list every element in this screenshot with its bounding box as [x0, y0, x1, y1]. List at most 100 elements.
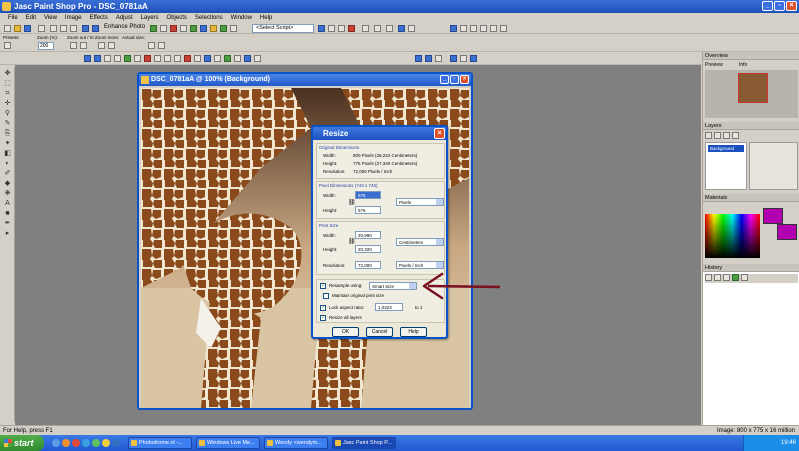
new-file-icon[interactable]	[4, 25, 11, 32]
picture-tube-icon[interactable]: ❋	[3, 190, 12, 198]
quick-launch-icon[interactable]	[102, 439, 110, 447]
palette-icon[interactable]	[470, 55, 477, 62]
color-picker-spectrum[interactable]	[705, 214, 760, 258]
palette-icon[interactable]	[425, 55, 432, 62]
run-script-icon[interactable]	[318, 25, 325, 32]
toolbar-icon[interactable]	[450, 25, 457, 32]
print-resolution-input[interactable]: 72,000	[355, 261, 381, 269]
cancel-button[interactable]: Cancel	[366, 327, 393, 337]
menu-selections[interactable]: Selections	[191, 13, 227, 23]
quick-launch-icon[interactable]	[52, 439, 60, 447]
move-tool-icon[interactable]: ✛	[3, 100, 12, 108]
actual-size-icon[interactable]	[148, 42, 155, 49]
toolbar-icon[interactable]	[180, 25, 187, 32]
selection-tool-icon[interactable]: ⬚	[3, 80, 12, 88]
palette-icon[interactable]	[214, 55, 221, 62]
palette-icon[interactable]	[184, 55, 191, 62]
preview-tab[interactable]: Preview	[705, 62, 723, 68]
toolbar-icon[interactable]	[230, 25, 237, 32]
task-email[interactable]: Wendy <wendym...	[264, 437, 328, 449]
menu-adjust[interactable]: Adjust	[112, 13, 137, 23]
quick-launch-icon[interactable]	[72, 439, 80, 447]
history-icon[interactable]	[741, 274, 748, 281]
palette-icon[interactable]	[84, 55, 91, 62]
toolbar-icon[interactable]	[398, 25, 405, 32]
history-icon[interactable]	[714, 274, 721, 281]
palette-icon[interactable]	[415, 55, 422, 62]
restore-button[interactable]: ▫	[774, 1, 785, 11]
palette-icon[interactable]	[460, 55, 467, 62]
palette-icon[interactable]	[254, 55, 261, 62]
presets-icon[interactable]	[4, 42, 11, 49]
menu-layers[interactable]: Layers	[137, 13, 163, 23]
print-icon[interactable]	[38, 25, 45, 32]
palette-icon[interactable]	[114, 55, 121, 62]
palette-icon[interactable]	[144, 55, 151, 62]
layer-icon[interactable]	[723, 132, 730, 139]
menu-view[interactable]: View	[40, 13, 61, 23]
copy-icon[interactable]	[60, 25, 67, 32]
zoom-in-icon[interactable]	[80, 42, 87, 49]
resize-all-layers-checkbox[interactable]: ✓	[320, 315, 326, 321]
undo-icon[interactable]	[82, 25, 89, 32]
quick-launch-icon[interactable]	[82, 439, 90, 447]
airbrush-tool-icon[interactable]: ✐	[3, 170, 12, 178]
history-icon[interactable]	[723, 274, 730, 281]
history-icon[interactable]	[705, 274, 712, 281]
menu-image[interactable]: Image	[61, 13, 86, 23]
resolution-unit-select[interactable]: Pixels / Inch	[396, 261, 444, 269]
effect-browser-icon[interactable]	[150, 25, 157, 32]
pixel-unit-select[interactable]: Pixels	[396, 198, 444, 206]
red-eye-icon[interactable]	[170, 25, 177, 32]
image-close-button[interactable]: ×	[460, 75, 469, 84]
info-tab[interactable]: Info	[739, 62, 747, 68]
object-selector-icon[interactable]: ▸	[3, 230, 12, 238]
pause-icon[interactable]	[374, 25, 381, 32]
save-icon[interactable]	[24, 25, 31, 32]
menu-help[interactable]: Help	[256, 13, 276, 23]
quick-launch-icon[interactable]	[62, 439, 70, 447]
layer-icon[interactable]	[714, 132, 721, 139]
start-button[interactable]: start	[0, 435, 44, 451]
retouch-tool-icon[interactable]: ✦	[3, 140, 12, 148]
pen-tool-icon[interactable]: ✒	[3, 220, 12, 228]
pixel-width-input[interactable]: 576	[355, 191, 381, 199]
palette-icon[interactable]	[104, 55, 111, 62]
zoom-more-icon[interactable]	[98, 42, 105, 49]
menu-edit[interactable]: Edit	[22, 13, 40, 23]
palette-icon[interactable]	[204, 55, 211, 62]
record-icon[interactable]	[348, 25, 355, 32]
script-icon[interactable]	[338, 25, 345, 32]
edit-script-icon[interactable]	[328, 25, 335, 32]
eraser-tool-icon[interactable]: ◧	[3, 150, 12, 158]
palette-icon[interactable]	[194, 55, 201, 62]
palette-icon[interactable]	[224, 55, 231, 62]
eyedropper-tool-icon[interactable]: ⚲	[3, 110, 12, 118]
palette-icon[interactable]	[164, 55, 171, 62]
toolbar-icon[interactable]	[220, 25, 227, 32]
palette-icon[interactable]	[134, 55, 141, 62]
resize-dialog-title-bar[interactable]: Resize ×	[313, 127, 446, 140]
resample-method-select[interactable]: Smart Size	[369, 282, 417, 290]
lock-aspect-checkbox[interactable]: ✓	[320, 305, 326, 311]
enhance-photo-button[interactable]: Enhance Photo	[104, 24, 145, 30]
flood-fill-tool-icon[interactable]: ◆	[3, 180, 12, 188]
task-windows-live-messenger[interactable]: Windows Live Me...	[196, 437, 260, 449]
color-replacer-icon[interactable]: ◐	[3, 160, 12, 168]
toolbar-icon[interactable]	[408, 25, 415, 32]
toolbar-icon[interactable]	[470, 25, 477, 32]
maintain-print-size-checkbox[interactable]	[323, 293, 329, 299]
redo-icon[interactable]	[92, 25, 99, 32]
play-icon[interactable]	[362, 25, 369, 32]
preset-shape-tool-icon[interactable]: ■	[3, 210, 12, 218]
resample-checkbox[interactable]: ✓	[320, 283, 326, 289]
palette-icon[interactable]	[124, 55, 131, 62]
background-color-swatch[interactable]	[777, 224, 797, 240]
ok-button[interactable]: OK	[332, 327, 359, 337]
image-minimize-button[interactable]: _	[440, 75, 449, 84]
print-width-input[interactable]: 20,990	[355, 231, 381, 239]
link-chain-icon[interactable]: ⛓	[348, 238, 356, 245]
palette-icon[interactable]	[435, 55, 442, 62]
toolbar-icon[interactable]	[200, 25, 207, 32]
toolbar-icon[interactable]	[460, 25, 467, 32]
